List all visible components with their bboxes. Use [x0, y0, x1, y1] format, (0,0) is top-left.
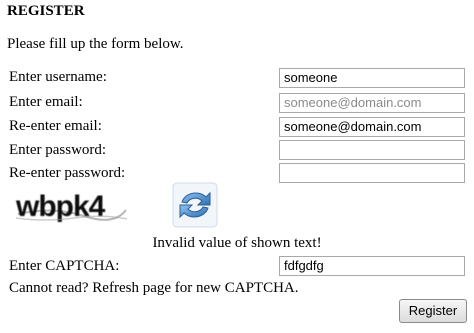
captcha-label: Enter CAPTCHA: [9, 258, 120, 274]
email-label: Enter email: [9, 94, 83, 110]
email-input[interactable]: someone@domain.com [279, 93, 465, 113]
repassword-input[interactable] [279, 163, 465, 183]
reemail-label: Re-enter email: [9, 118, 102, 134]
page-title: REGISTER [7, 3, 85, 19]
intro-text: Please fill up the form below. [7, 36, 184, 52]
username-label: Enter username: [9, 69, 107, 85]
captcha-hint: Cannot read? Refresh page for new CAPTCH… [9, 280, 299, 296]
register-button[interactable]: Register [399, 299, 467, 323]
refresh-icon[interactable] [172, 182, 218, 228]
repassword-label: Re-enter password: [9, 165, 126, 181]
password-label: Enter password: [9, 142, 107, 158]
reemail-input[interactable]: someone@domain.com [279, 117, 465, 137]
captcha-input[interactable]: fdfgdfg [279, 256, 465, 276]
captcha-image-text: wbpk4 [15, 190, 106, 223]
username-input[interactable]: someone [279, 68, 465, 88]
captcha-image: wbpk4 [15, 190, 128, 223]
password-input[interactable] [279, 140, 465, 160]
error-message: Invalid value of shown text! [152, 235, 322, 251]
